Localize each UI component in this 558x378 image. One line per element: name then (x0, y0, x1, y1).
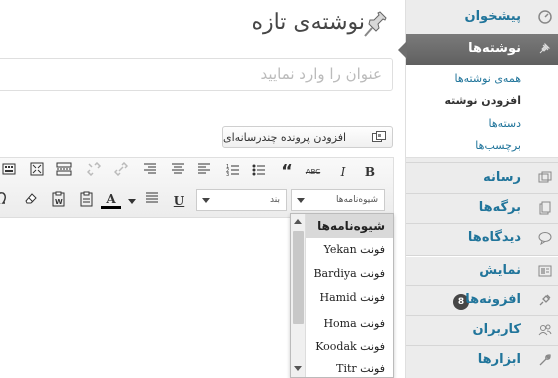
submenu-categories[interactable]: دسته‌ها (489, 117, 521, 130)
menu-media[interactable]: رسانه (406, 163, 558, 194)
strikethrough-button[interactable]: ABC (303, 162, 323, 182)
text-color-button[interactable]: A (101, 191, 121, 209)
menu-dashboard[interactable]: پیشخوان (406, 2, 558, 33)
dropdown-header: شیوه‌نامه‌ها (306, 214, 393, 238)
insert-more-icon[interactable] (54, 162, 74, 182)
menu-appearance[interactable]: نمایش (406, 256, 558, 287)
active-arrow (398, 41, 407, 59)
fullscreen-icon[interactable] (27, 162, 47, 182)
svg-text:3: 3 (226, 172, 229, 178)
dropdown-option[interactable]: فونت Titr (306, 362, 393, 376)
submenu-all-posts[interactable]: همه‌ی نوشته‌ها (455, 72, 522, 85)
italic-button[interactable]: I (333, 162, 353, 182)
page-title: نوشته‌ی تازه (251, 10, 365, 35)
chevron-down-icon (297, 198, 305, 203)
eraser-icon[interactable] (21, 191, 41, 211)
scroll-up-icon[interactable] (294, 219, 302, 224)
media-icon (537, 171, 553, 187)
menu-users[interactable]: کاربران (406, 315, 558, 346)
menu-plugins-label: افزونه‌ها (465, 292, 521, 307)
dropdown-option[interactable]: فونت Bardiya (306, 262, 393, 286)
add-media-button[interactable]: افزودن پرونده چندرسانه‌ای (222, 126, 393, 148)
dropdown-option[interactable]: فونت Hamid (306, 286, 393, 310)
menu-media-label: رسانه (483, 170, 521, 185)
posts-submenu: همه‌ی نوشته‌ها افزودن نوشته دسته‌ها برچس… (406, 65, 558, 158)
menu-users-label: کاربران (472, 322, 521, 337)
paragraph-select-value: بند (270, 195, 280, 205)
bullet-list-icon[interactable] (249, 162, 269, 182)
dashboard-icon (537, 10, 553, 26)
underline-button[interactable]: U (169, 191, 189, 211)
menu-dashboard-label: پیشخوان (464, 9, 522, 24)
menu-comments[interactable]: دیدگاه‌ها (406, 223, 558, 254)
align-right-icon[interactable] (140, 162, 160, 182)
chevron-down-icon[interactable] (122, 191, 142, 211)
pushpin-icon (537, 42, 551, 60)
unlink-icon[interactable] (84, 161, 104, 182)
add-media-label: افزودن پرونده چندرسانه‌ای (223, 130, 347, 144)
editor-toolbar: B I ABC “ 123 (0, 158, 393, 218)
appearance-icon (537, 264, 553, 280)
menu-posts-label: نوشته‌ها (468, 41, 521, 56)
svg-text:W: W (55, 198, 63, 206)
format-select[interactable]: شیوه‌نامه‌ها (291, 189, 385, 211)
paragraph-select[interactable]: بند (196, 189, 287, 211)
align-left-icon[interactable] (194, 162, 214, 182)
menu-plugins[interactable]: 8 افزونه‌ها (406, 285, 558, 316)
menu-tools[interactable]: ابزارها (406, 345, 558, 376)
submenu-tags[interactable]: برچسب‌ها (475, 139, 521, 152)
menu-pages-label: برگه‌ها (478, 200, 521, 215)
menu-appearance-label: نمایش (479, 263, 521, 278)
bold-button[interactable]: B (360, 162, 380, 182)
menu-posts[interactable]: نوشته‌ها (398, 34, 558, 65)
tools-wrench-icon (537, 353, 553, 369)
numbered-list-icon[interactable]: 123 (223, 162, 243, 182)
omega-icon[interactable] (0, 191, 11, 211)
kitchen-sink-icon[interactable] (0, 162, 19, 182)
format-dropdown-list[interactable]: شیوه‌نامه‌ها فونت Yekan فونت Bardiya فون… (290, 213, 394, 378)
dropdown-scrollbar[interactable] (291, 214, 306, 377)
scrollbar-thumb[interactable] (293, 231, 304, 324)
menu-comments-label: دیدگاه‌ها (467, 230, 521, 245)
paste-text-icon[interactable] (77, 191, 97, 211)
dropdown-option[interactable]: فونت Yekan (306, 238, 393, 262)
justify-icon[interactable] (142, 191, 162, 211)
post-title-input[interactable]: عنوان را وارد نمایید (0, 58, 393, 91)
plug-icon (537, 293, 553, 309)
dropdown-option[interactable]: فونت Koodak (306, 335, 393, 359)
admin-sidebar: پیشخوان نوشته‌ها همه‌ی نوشته‌ها افزودن ن… (398, 0, 558, 378)
align-center-icon[interactable] (168, 162, 188, 182)
chevron-down-icon (202, 198, 210, 203)
paste-word-icon[interactable]: W (49, 191, 69, 211)
users-icon (537, 323, 553, 339)
menu-tools-label: ابزارها (477, 352, 521, 367)
dropdown-option[interactable]: فونت Homa (306, 312, 393, 336)
format-select-value: شیوه‌نامه‌ها (335, 195, 378, 205)
blockquote-button[interactable]: “ (277, 162, 297, 182)
comment-bubble-icon (537, 231, 553, 247)
media-icon (372, 131, 386, 142)
pages-icon (537, 201, 553, 217)
submenu-add-new[interactable]: افزودن نوشته (444, 94, 521, 107)
scroll-down-icon[interactable] (294, 366, 302, 371)
menu-pages[interactable]: برگه‌ها (406, 193, 558, 224)
link-icon[interactable] (111, 161, 131, 182)
